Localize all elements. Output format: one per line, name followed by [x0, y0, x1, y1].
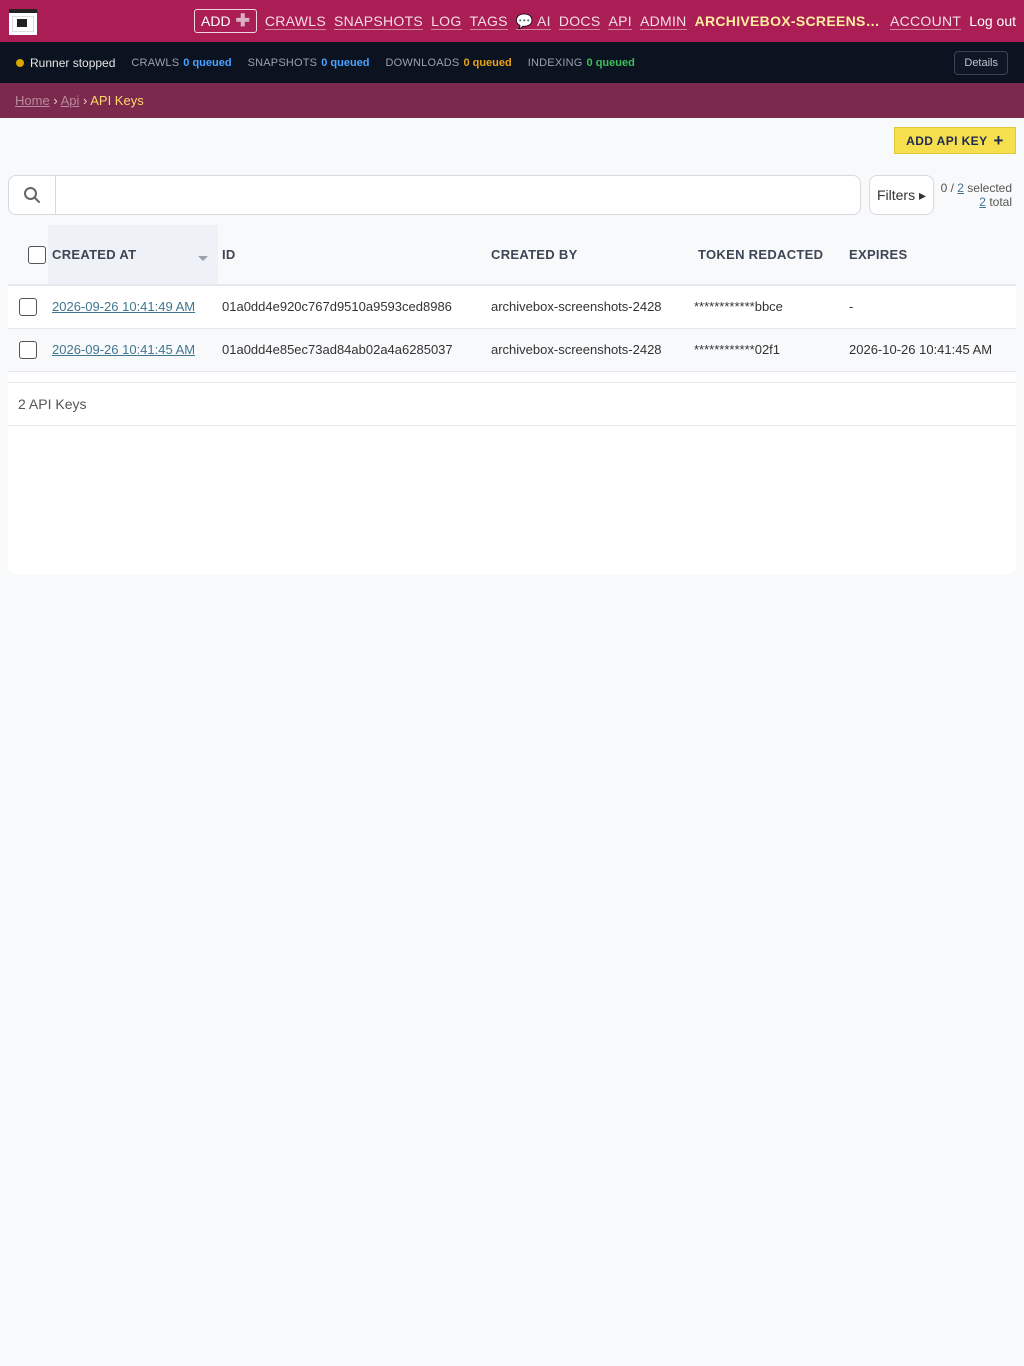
queue-label-downloads: DOWNLOADS [385, 56, 460, 69]
row-checkbox[interactable] [19, 297, 37, 316]
archivebox-logo-icon[interactable] [9, 9, 37, 35]
selected-count-link[interactable]: 2 [957, 181, 964, 195]
queue-value-downloads: 0 queued [463, 56, 512, 69]
nav-link-ai[interactable]: 💬 AI [515, 13, 551, 30]
table-row: 2026-09-26 10:41:45 AM 01a0dd4e85ec73ad8… [8, 328, 1016, 371]
add-api-key-button[interactable]: ADD API KEY + [894, 127, 1016, 154]
queue-value-crawls: 0 queued [183, 56, 232, 69]
add-api-key-label: ADD API KEY [906, 133, 988, 148]
table-row: 2026-09-26 10:41:49 AM 01a0dd4e920c767d9… [8, 285, 1016, 328]
nav-link-crawls[interactable]: CRAWLS [264, 13, 327, 30]
created-by-cell: archivebox-screenshots-2428 [491, 342, 662, 357]
queue-label-snapshots: SNAPSHOTS [247, 56, 318, 69]
nav-links: ADD ✚ CRAWLS SNAPSHOTS LOG TAGS 💬 AI DOC… [194, 0, 1024, 42]
total-suffix: total [985, 195, 1012, 209]
breadcrumb-current: API Keys [90, 93, 144, 108]
nav-link-snapshots[interactable]: SNAPSHOTS [334, 13, 424, 30]
queue-label-crawls: CRAWLS [131, 56, 180, 69]
runner-status: Runner stopped [30, 55, 116, 70]
breadcrumb-home[interactable]: Home [15, 93, 50, 108]
column-header-label: CREATED AT [52, 247, 137, 262]
nav-link-admin[interactable]: ADMIN [639, 13, 687, 30]
runner-status-dot-icon [16, 58, 24, 67]
row-checkbox[interactable] [19, 340, 37, 359]
created-at-cell: 2026-09-26 10:41:45 AM [48, 328, 218, 371]
created-at-cell: 2026-09-26 10:41:49 AM [48, 285, 218, 328]
queue-value-indexing: 0 queued [586, 56, 635, 69]
logout-button[interactable]: Log out [969, 13, 1016, 29]
nav-link-tags[interactable]: TAGS [469, 13, 508, 30]
column-header-created-at[interactable]: CREATED AT [48, 225, 218, 285]
sort-descending-icon[interactable] [198, 256, 208, 261]
id-cell: 01a0dd4e920c767d9510a9593ced8986 [222, 299, 452, 315]
search-input[interactable] [59, 182, 849, 208]
filters-button[interactable]: Filters ▸ [869, 175, 934, 215]
column-header-created-by[interactable]: CREATED BY [487, 225, 694, 285]
nav-add-button[interactable]: ADD ✚ [194, 9, 257, 33]
selected-prefix: 0 / [940, 181, 958, 195]
column-header-token-redacted[interactable]: TOKEN REDACTED [694, 225, 845, 285]
nav-username[interactable]: ARCHIVEBOX-SCREENS… [695, 13, 880, 29]
token-cell: ************bbce [694, 299, 783, 315]
token-cell: ************02f1 [694, 342, 781, 357]
created-by-cell: archivebox-screenshots-2428 [491, 299, 662, 315]
plus-icon: ✚ [235, 11, 250, 30]
status-bar: Runner stopped CRAWLS 0 queued SNAPSHOTS… [0, 42, 1024, 83]
breadcrumb: Home › Api › API Keys [0, 83, 1024, 118]
table-header-row: CREATED AT ID CREATED BY TOKEN REDACTED … [8, 225, 1016, 285]
id-cell: 01a0dd4e85ec73ad84ab02a4a6285037 [222, 342, 453, 357]
selected-suffix: selected [963, 181, 1012, 195]
total-count-link[interactable]: 2 [979, 195, 986, 209]
queue-value-snapshots: 0 queued [321, 56, 370, 69]
search-icon[interactable] [9, 176, 55, 214]
nav-link-docs[interactable]: DOCS [558, 13, 601, 30]
select-all-checkbox[interactable] [28, 245, 46, 264]
column-header-expires[interactable]: EXPIRES [845, 225, 1016, 285]
breadcrumb-separator: › [53, 93, 58, 108]
select-all-cell [8, 225, 48, 285]
row-select-cell [8, 285, 48, 328]
nav-link-log[interactable]: LOG [431, 13, 462, 30]
selection-info: 0 / 2 selected 2 total [941, 181, 1012, 209]
row-select-cell [8, 328, 48, 371]
result-count: 2 API Keys [8, 382, 1016, 426]
expires-cell: 2026-10-26 10:41:45 AM [849, 342, 993, 357]
queue-label-indexing: INDEXING [527, 56, 583, 69]
created-at-link[interactable]: 2026-09-26 10:41:45 AM [52, 342, 195, 357]
created-at-link[interactable]: 2026-09-26 10:41:49 AM [52, 299, 195, 314]
nav-link-account[interactable]: ACCOUNT [889, 13, 962, 30]
search-divider [55, 176, 56, 214]
results-card: CREATED AT ID CREATED BY TOKEN REDACTED … [8, 225, 1016, 575]
breadcrumb-separator: › [82, 93, 88, 108]
nav-add-label: ADD [201, 13, 231, 29]
plus-icon: + [993, 130, 1004, 150]
breadcrumb-api[interactable]: Api [61, 93, 80, 108]
expires-cell: - [849, 299, 854, 315]
column-header-id[interactable]: ID [218, 225, 487, 285]
api-keys-table: CREATED AT ID CREATED BY TOKEN REDACTED … [8, 225, 1016, 372]
details-button[interactable]: Details [954, 51, 1008, 75]
nav-link-api[interactable]: API [608, 13, 632, 30]
search-box [8, 175, 861, 215]
top-navbar: ADD ✚ CRAWLS SNAPSHOTS LOG TAGS 💬 AI DOC… [0, 0, 1024, 42]
